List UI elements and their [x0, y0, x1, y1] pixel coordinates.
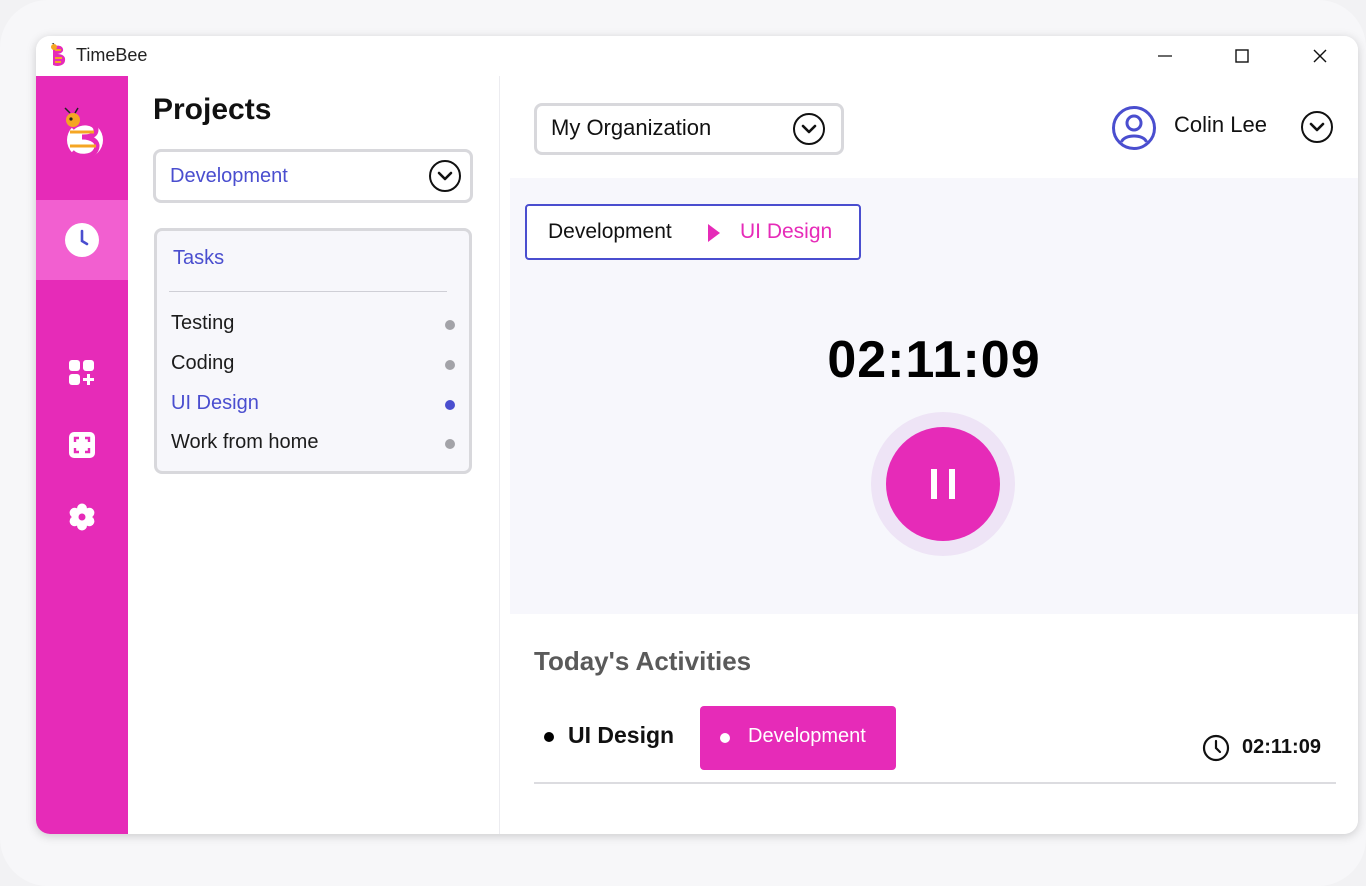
app-window: TimeBee Projects Development Tasks Testi…	[36, 36, 1358, 834]
task-item-coding[interactable]: Coding	[171, 348, 461, 380]
project-dropdown[interactable]: Development	[153, 149, 473, 203]
task-label: UI Design	[171, 392, 259, 414]
rail-item-add-apps[interactable]	[36, 344, 128, 402]
tag-dot	[720, 733, 730, 743]
activity-project-tag: Development	[700, 706, 896, 770]
projects-panel: Projects Development Tasks Testing Codin…	[128, 76, 500, 834]
breadcrumb-project[interactable]: Development	[548, 220, 672, 244]
task-label: Testing	[171, 312, 235, 334]
activity-task: UI Design	[568, 722, 675, 748]
rail-item-timer[interactable]	[36, 200, 128, 280]
activities-title: Today's Activities	[534, 646, 752, 676]
projects-title: Projects	[153, 93, 272, 126]
clock-icon	[1202, 734, 1230, 762]
chevron-down-icon	[793, 113, 825, 145]
task-status-dot	[445, 400, 455, 410]
close-icon	[1313, 49, 1327, 63]
activity-project: Development	[748, 725, 866, 747]
organization-dropdown[interactable]: My Organization	[534, 103, 844, 155]
tasks-list: Tasks Testing Coding UI Design Work from…	[154, 228, 472, 474]
tasks-title: Tasks	[173, 247, 225, 269]
timebee-logo-icon	[64, 107, 103, 159]
rail-item-settings[interactable]	[36, 488, 128, 546]
add-apps-icon	[69, 360, 94, 385]
maximize-button[interactable]	[1212, 36, 1272, 76]
caret-right-icon	[708, 224, 720, 242]
breadcrumb-task: UI Design	[740, 220, 833, 243]
nav-rail	[36, 76, 128, 834]
minimize-icon	[1158, 55, 1172, 57]
timebee-logo-icon	[51, 43, 66, 66]
user-avatar-icon[interactable]	[1111, 105, 1157, 151]
task-item-work-from-home[interactable]: Work from home	[171, 427, 461, 459]
breadcrumb: Development UI Design	[525, 204, 861, 260]
timer-panel: Development UI Design 02:11:09	[510, 178, 1358, 614]
chevron-down-icon	[429, 160, 461, 192]
pause-icon	[931, 469, 955, 499]
maximize-icon	[1235, 49, 1249, 63]
activity-bullet	[544, 732, 554, 742]
timer-display: 02:11:09	[827, 331, 1041, 389]
user-name[interactable]: Colin Lee	[1174, 112, 1267, 138]
activity-row[interactable]: UI Design Development 02:11:09	[534, 704, 1336, 784]
task-status-dot	[445, 320, 455, 330]
pause-button[interactable]	[886, 427, 1000, 541]
task-label: Coding	[171, 352, 235, 374]
task-status-dot	[445, 360, 455, 370]
close-button[interactable]	[1290, 36, 1350, 76]
task-label: Work from home	[171, 431, 319, 453]
main-area: My Organization Colin Lee Development UI…	[500, 76, 1358, 834]
chevron-down-icon[interactable]	[1300, 110, 1334, 144]
minimize-button[interactable]	[1135, 36, 1195, 76]
settings-icon	[69, 503, 95, 531]
app-title: TimeBee	[76, 45, 148, 65]
task-status-dot	[445, 439, 455, 449]
rail-item-screenshots[interactable]	[36, 416, 128, 474]
tasks-divider	[169, 291, 447, 292]
task-item-ui-design[interactable]: UI Design	[171, 388, 461, 420]
screenshot-icon	[69, 432, 95, 458]
clock-icon	[65, 223, 99, 257]
organization-dropdown-value: My Organization	[551, 115, 712, 140]
title-bar: TimeBee	[36, 36, 1358, 76]
project-dropdown-value: Development	[170, 165, 288, 187]
activity-duration: 02:11:09	[1242, 736, 1321, 758]
task-item-testing[interactable]: Testing	[171, 308, 461, 340]
